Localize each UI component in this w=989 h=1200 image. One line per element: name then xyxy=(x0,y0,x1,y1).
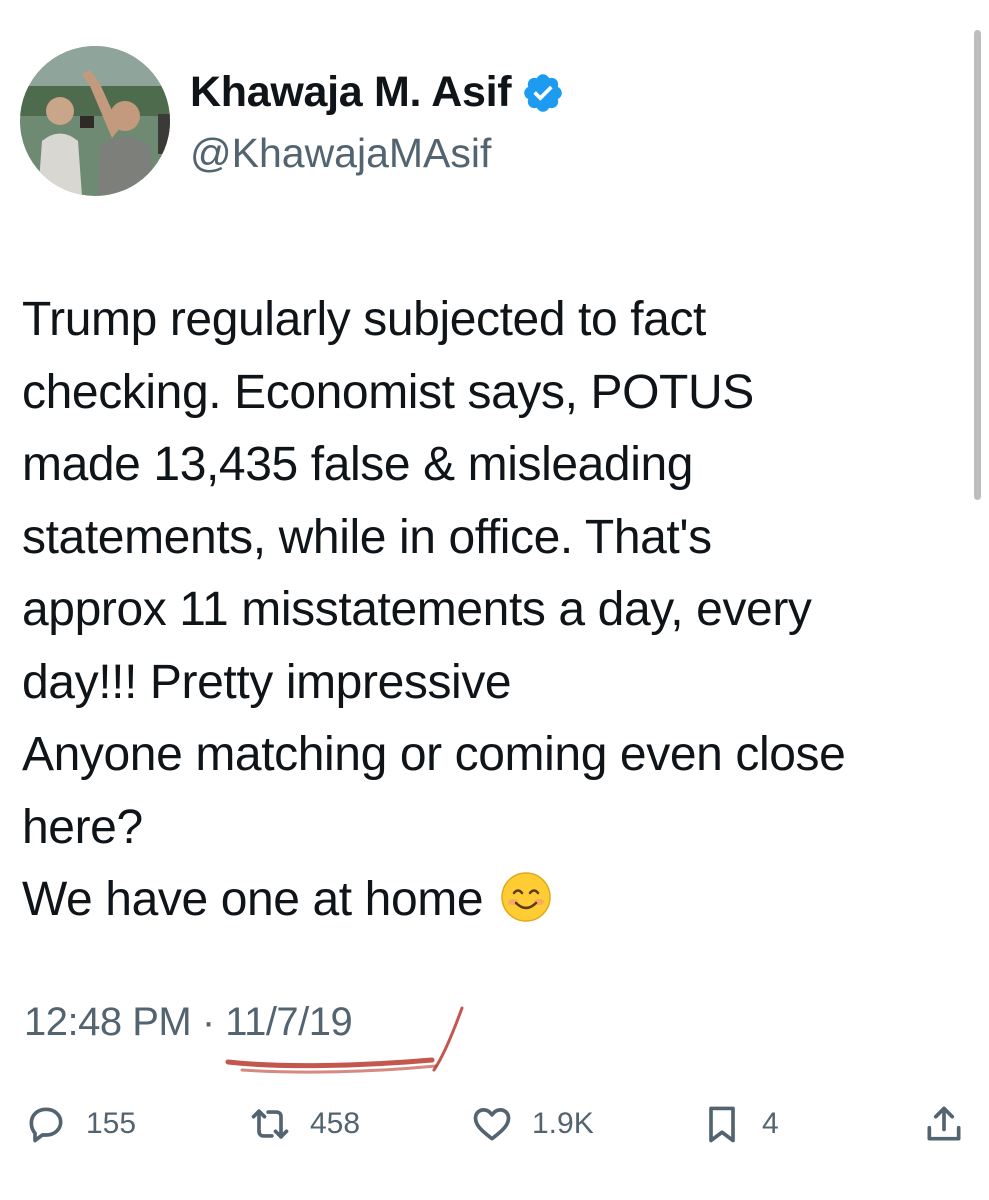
retweet-count: 458 xyxy=(310,1107,361,1140)
heart-icon xyxy=(473,1108,511,1141)
like-count: 1.9K xyxy=(532,1107,594,1140)
reply-count: 155 xyxy=(86,1107,137,1140)
share-icon xyxy=(927,1106,961,1141)
author-handle[interactable]: @KhawajaMAsif xyxy=(190,130,491,177)
smiling-face-icon xyxy=(501,872,551,922)
tweet-line-text: We have one at home xyxy=(22,873,484,926)
tweet-text: Trump regularly subjected to fact checki… xyxy=(22,284,967,937)
author-display-name[interactable]: Khawaja M. Asif xyxy=(190,68,512,117)
tweet-line: checking. Economist says, POTUS xyxy=(22,365,754,419)
like-button[interactable]: 1.9K xyxy=(470,1100,594,1148)
verified-badge-icon xyxy=(524,73,563,112)
avatar-photo xyxy=(20,46,170,196)
reply-icon xyxy=(29,1107,63,1143)
tweet-actions-bar: 155 458 1.9K 4 xyxy=(0,1100,989,1148)
tweet-line: here? xyxy=(22,800,143,854)
author-name-row[interactable]: Khawaja M. Asif xyxy=(190,68,565,117)
retweet-button[interactable]: 458 xyxy=(248,1100,360,1148)
retweet-icon xyxy=(251,1109,289,1139)
tweet-line: Trump regularly subjected to fact xyxy=(22,293,706,346)
tweet-line: statements, while in office. That's xyxy=(22,510,712,564)
meta-separator: · xyxy=(201,1000,215,1044)
tweet-line: made 13,435 false & misleading xyxy=(22,438,694,491)
scrollbar[interactable] xyxy=(974,30,981,500)
tweet-line: Anyone matching or coming even close xyxy=(22,728,846,781)
tweet-time[interactable]: 12:48 PM xyxy=(24,1000,192,1044)
bookmark-count: 4 xyxy=(762,1107,779,1140)
reply-button[interactable]: 155 xyxy=(24,1100,136,1148)
red-underline-annotation xyxy=(225,1006,464,1074)
avatar[interactable] xyxy=(20,46,170,196)
bookmark-icon xyxy=(709,1106,735,1143)
share-button[interactable] xyxy=(922,1100,966,1148)
tweet-line: day!!! Pretty impressive xyxy=(22,655,512,709)
bookmark-button[interactable]: 4 xyxy=(700,1100,779,1148)
tweet-line: approx 11 misstatements a day, every xyxy=(22,583,812,636)
tweet-line-last: We have one at home xyxy=(22,864,967,937)
